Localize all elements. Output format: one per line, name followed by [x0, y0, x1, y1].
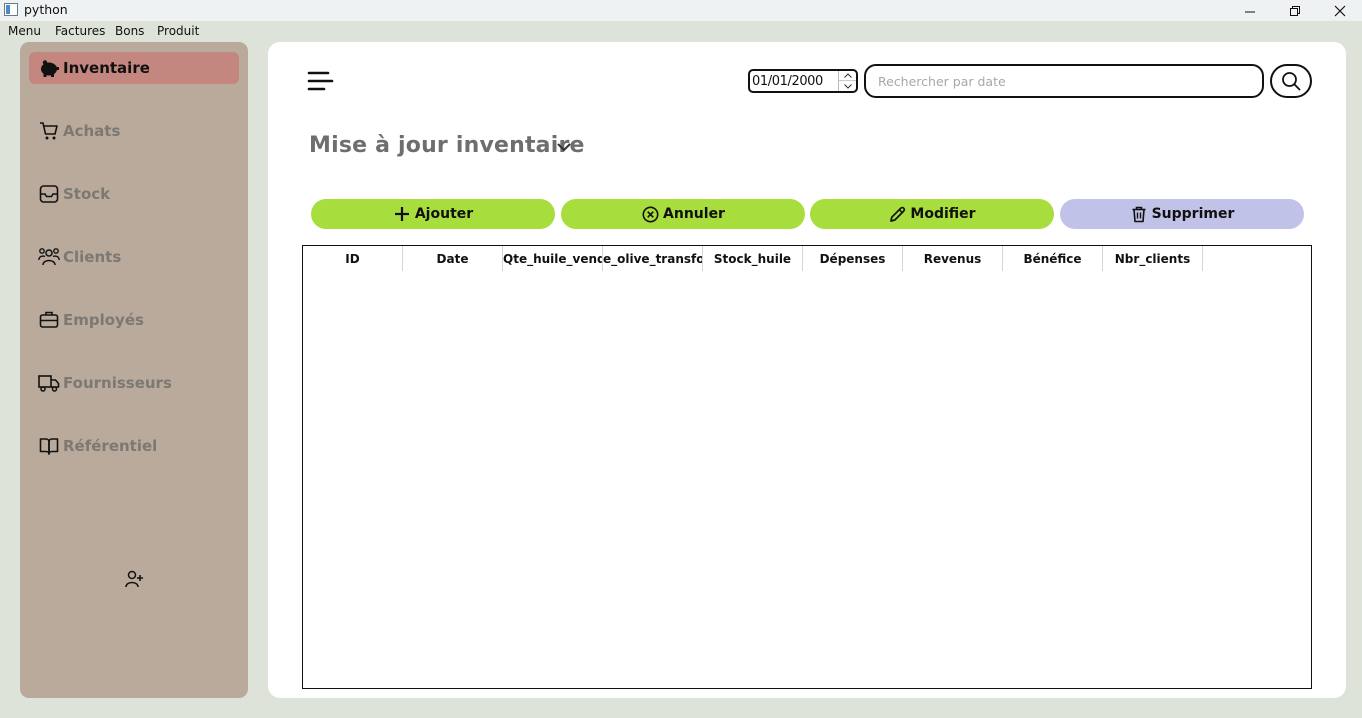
date-picker[interactable]: 01/01/2000	[748, 69, 858, 93]
minimize-icon	[1245, 11, 1255, 12]
sidebar-item-clients[interactable]: Clients	[29, 241, 239, 273]
minimize-button[interactable]	[1227, 0, 1273, 21]
main-panel: 01/01/2000 Mise à jour inventaire Ajoute…	[268, 42, 1346, 698]
sidebar-item-fournisseurs[interactable]: Fournisseurs	[29, 367, 239, 399]
restore-icon	[1290, 5, 1300, 16]
restore-button[interactable]	[1272, 0, 1318, 21]
add-button[interactable]: Ajouter	[311, 199, 555, 229]
storage-box-icon	[38, 183, 60, 205]
page-title: Mise à jour inventaire	[309, 133, 585, 158]
close-button[interactable]	[1317, 0, 1362, 21]
sidebar-item-stock[interactable]: Stock	[29, 178, 239, 210]
plus-icon	[393, 205, 411, 223]
caret-down-icon	[843, 83, 852, 89]
sidebar-item-employes[interactable]: Employés	[29, 304, 239, 336]
app-icon	[4, 3, 18, 16]
cancel-button[interactable]: Annuler	[561, 199, 805, 229]
column-header-olive-transformee[interactable]: e_olive_transfor	[603, 246, 703, 271]
sidebar-item-label: Achats	[63, 122, 121, 140]
menu-bons[interactable]: Bons	[115, 24, 144, 38]
sidebar-item-label: Référentiel	[63, 437, 158, 455]
search-button[interactable]	[1270, 64, 1312, 98]
column-header-qte-huile-vendu[interactable]: Qte_huile_vendu	[503, 246, 603, 271]
menu-menu[interactable]: Menu	[8, 24, 41, 38]
briefcase-icon	[38, 309, 60, 331]
sidebar-item-referentiel[interactable]: Référentiel	[29, 430, 239, 462]
pencil-icon	[888, 205, 906, 223]
cart-icon	[38, 120, 60, 142]
column-header-benefice[interactable]: Bénéfice	[1003, 246, 1103, 271]
users-icon	[38, 246, 60, 268]
trash-icon	[1130, 205, 1148, 223]
book-icon	[38, 435, 60, 457]
add-user-icon	[125, 570, 143, 588]
sidebar-item-label: Fournisseurs	[63, 374, 172, 392]
window-titlebar: python	[0, 0, 1362, 21]
hamburger-icon	[307, 71, 334, 91]
add-user-button[interactable]	[123, 568, 145, 590]
delete-button[interactable]: Supprimer	[1060, 199, 1304, 229]
delete-button-label: Supprimer	[1151, 206, 1235, 222]
title-dropdown-button[interactable]	[555, 138, 573, 156]
window-title: python	[24, 2, 68, 17]
column-header-nbr-clients[interactable]: Nbr_clients	[1103, 246, 1203, 271]
hamburger-menu-button[interactable]	[306, 68, 336, 94]
sidebar-item-label: Employés	[63, 311, 144, 329]
edit-button-label: Modifier	[910, 206, 976, 222]
column-header-id[interactable]: ID	[303, 246, 403, 271]
menu-produit[interactable]: Produit	[157, 24, 199, 38]
menubar: Menu Factures Bons Produit	[0, 21, 1362, 41]
search-input[interactable]	[864, 64, 1264, 98]
date-spin-down-button[interactable]	[839, 81, 856, 91]
sidebar-item-inventaire[interactable]: Inventaire	[29, 52, 239, 84]
chevron-down-icon	[557, 143, 571, 151]
menu-factures[interactable]: Factures	[55, 24, 105, 38]
sidebar-item-achats[interactable]: Achats	[29, 115, 239, 147]
piggy-bank-icon	[38, 57, 60, 79]
column-header-date[interactable]: Date	[403, 246, 503, 271]
table-header: ID Date Qte_huile_vendu e_olive_transfor…	[303, 246, 1203, 271]
caret-up-icon	[843, 73, 852, 78]
search-icon	[1282, 72, 1301, 91]
date-spin-up-button[interactable]	[839, 71, 856, 81]
close-icon	[1334, 5, 1346, 16]
column-header-depenses[interactable]: Dépenses	[803, 246, 903, 271]
sidebar: Inventaire Achats Stock Clients Employés…	[20, 42, 248, 698]
add-button-label: Ajouter	[414, 206, 474, 222]
edit-button[interactable]: Modifier	[810, 199, 1054, 229]
truck-icon	[38, 372, 60, 394]
sidebar-item-label: Inventaire	[63, 59, 150, 77]
sidebar-item-label: Stock	[63, 185, 111, 203]
date-value: 01/01/2000	[752, 74, 823, 89]
date-spinner	[838, 71, 856, 91]
inventory-table[interactable]: ID Date Qte_huile_vendu e_olive_transfor…	[302, 245, 1312, 689]
cancel-button-label: Annuler	[663, 206, 725, 222]
column-header-stock-huile[interactable]: Stock_huile	[703, 246, 803, 271]
sidebar-item-label: Clients	[63, 248, 122, 266]
cancel-circle-icon	[641, 205, 659, 223]
column-header-revenus[interactable]: Revenus	[903, 246, 1003, 271]
